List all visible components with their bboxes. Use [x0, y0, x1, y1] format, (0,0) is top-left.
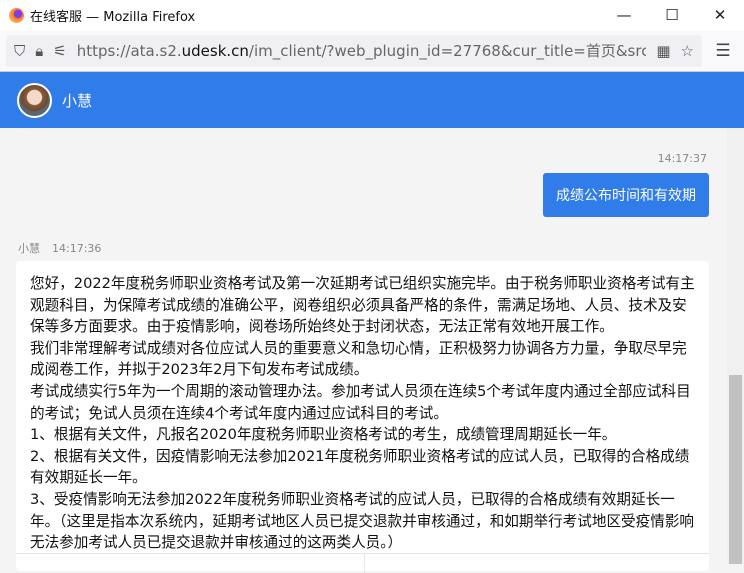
message-paragraph: 您好，2022年度税务师职业资格考试及第一次延期考试已组织实施完毕。由于税务师职… — [30, 275, 695, 336]
close-button[interactable]: ✕ — [696, 6, 744, 24]
message-paragraph: 考试成绩实行5年为一个周期的滚动管理办法。参加考试人员须在连续5个考试年度内通过… — [30, 382, 691, 422]
minimize-button[interactable]: — — [600, 6, 648, 24]
agent-message-meta: 小慧 14:17:36 — [18, 240, 101, 256]
user-message-bubble: 成绩公布时间和有效期 — [543, 173, 709, 217]
message-feedback-actions — [16, 553, 709, 573]
chat-header: 小慧 — [0, 72, 744, 128]
agent-message-bubble: 您好，2022年度税务师职业资格考试及第一次延期考试已组织实施完毕。由于税务师职… — [16, 261, 709, 571]
agent-name: 小慧 — [62, 91, 93, 110]
sender-name: 小慧 — [18, 242, 40, 255]
message-time: 14:17:37 — [657, 152, 707, 165]
navigation-bar: ⛉ 🔒︎ ⚟ https://ata.s2.udesk.cn/im_client… — [0, 30, 744, 72]
agent-avatar — [17, 82, 52, 118]
maximize-button[interactable]: ☐ — [648, 6, 696, 24]
url-path: /im_client/?web_plugin_id=27768&cur_titl… — [248, 42, 647, 60]
scrollbar[interactable] — [727, 128, 744, 564]
shield-icon[interactable]: ⛉ — [14, 42, 25, 60]
message-paragraph: 3、受疫情影响无法参加2022年度税务师职业资格考试的应试人员，已取得的合格成绩… — [30, 490, 695, 552]
qr-code-icon[interactable]: ▦ — [656, 42, 670, 60]
url-domain: udesk.cn — [181, 42, 249, 60]
menu-icon[interactable]: ☰ — [708, 41, 738, 61]
url-bar[interactable]: ⛉ 🔒︎ ⚟ https://ata.s2.udesk.cn/im_client… — [6, 34, 702, 67]
firefox-logo-icon — [9, 7, 24, 23]
bookmark-star-icon[interactable]: ☆ — [681, 42, 694, 60]
chat-area: 14:17:37 成绩公布时间和有效期 小慧 14:17:36 您好，2022年度… — [0, 128, 727, 573]
window-title: 在线客服 — Mozilla Firefox — [30, 9, 196, 25]
url-text[interactable]: https://ata.s2.udesk.cn/im_client/?web_p… — [77, 40, 647, 61]
url-prefix: https://ata.s2. — [76, 42, 182, 60]
lock-icon[interactable]: 🔒︎ — [35, 42, 43, 60]
message-paragraph: 1、根据有关文件，凡报名2020年度税务师职业资格考试的考生，成绩管理周期延长一… — [30, 426, 617, 444]
permissions-icon[interactable]: ⚟ — [53, 42, 66, 60]
window-titlebar: 在线客服 — Mozilla Firefox — ☐ ✕ — [0, 0, 744, 30]
message-paragraph: 我们非常理解考试成绩对各位应试人员的重要意义和急切心情，正积极努力协调各方力量，… — [30, 339, 687, 379]
message-time: 14:17:36 — [52, 242, 102, 255]
scrollbar-thumb[interactable] — [729, 375, 742, 564]
message-paragraph: 2、根据有关文件，因疫情影响无法参加2021年度税务师职业资格考试的应试人员，已… — [30, 447, 690, 487]
